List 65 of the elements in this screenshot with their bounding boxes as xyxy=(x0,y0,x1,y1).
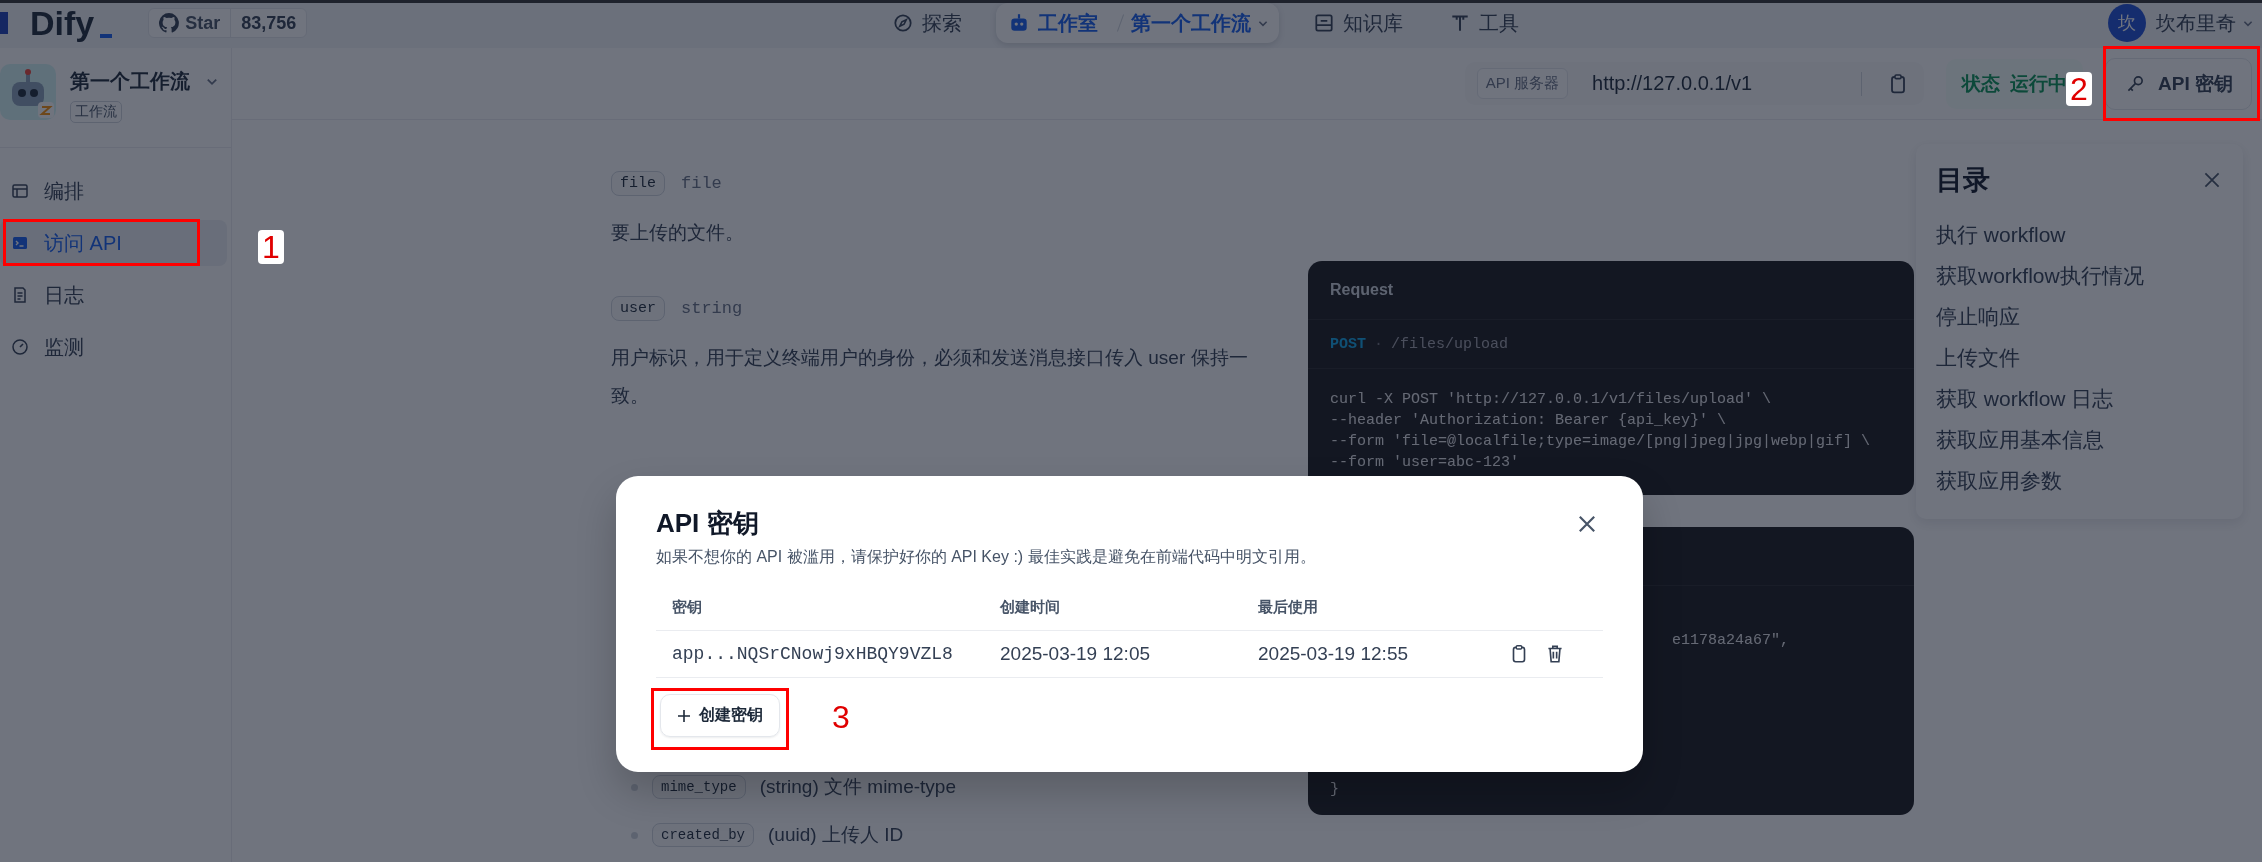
column-header: 创建时间 xyxy=(1000,597,1061,617)
toc-link[interactable]: 获取 workflow 日志 xyxy=(1936,378,2114,419)
api-server-tag: API 服务器 xyxy=(1476,68,1569,99)
param-description: 要上传的文件。 xyxy=(611,221,745,245)
sidebar-item[interactable]: 日志 xyxy=(0,272,227,318)
sidebar-item[interactable]: 监测 xyxy=(0,324,227,370)
nav-tab[interactable]: 工具 xyxy=(1437,5,1531,41)
field-description: (uuid) 上传人 ID xyxy=(768,823,904,847)
panel-title: Request xyxy=(1308,261,1914,320)
avatar[interactable]: 坎 xyxy=(2108,4,2146,42)
column-header: 密钥 xyxy=(671,597,703,617)
gauge-icon xyxy=(10,337,30,357)
github-star-button[interactable]: Star 83,756 xyxy=(148,8,308,38)
sidebar-item[interactable]: 编排 xyxy=(0,168,227,214)
toc-link[interactable]: 获取应用基本信息 xyxy=(1936,419,2104,460)
code-line: --form 'file=@localfile;type=image/[png|jpeg|jpg|webp|gif] \ xyxy=(1330,432,1871,452)
field-description: (string) 文件 mime-type xyxy=(759,775,956,799)
breadcrumb-dropdown[interactable]: 第一个工作流 xyxy=(1131,9,1269,37)
field-name: created_by xyxy=(652,823,754,847)
dialog-title: API 密钥 xyxy=(656,507,759,540)
plus-icon xyxy=(677,708,691,723)
robot-icon xyxy=(1008,12,1030,34)
separator-dot: · xyxy=(1374,335,1384,353)
param-name: file xyxy=(611,171,665,196)
logo-icon xyxy=(0,12,8,34)
table-cell-text: 2025-03-19 12:55 xyxy=(1258,643,1409,665)
toc-link[interactable]: 获取workflow执行情况 xyxy=(1936,255,2144,296)
toc-link[interactable]: 上传文件 xyxy=(1936,337,2020,378)
param-type: string xyxy=(681,299,743,318)
api-server-url: http://127.0.0.1/v1 xyxy=(1592,72,1754,95)
layout-icon xyxy=(10,181,30,201)
field-name: mime_type xyxy=(652,775,746,799)
http-method: POST xyxy=(1330,335,1366,353)
table-cell-text: 2025-03-19 12:05 xyxy=(1000,643,1151,665)
nav-tab[interactable]: 知识库 xyxy=(1301,5,1415,41)
nav-tab[interactable]: 探索 xyxy=(880,5,974,41)
toc-link[interactable]: 获取应用参数 xyxy=(1936,460,2062,501)
logo: Dify xyxy=(30,3,113,43)
tool-icon xyxy=(1449,12,1471,34)
nav-tab[interactable]: 工作室 xyxy=(996,5,1110,41)
param-description: 用户标识，用于定义终端用户的身份，必须和发送消息接口传入 user 保持一致。 xyxy=(611,346,1249,408)
code-line: curl -X POST 'http://127.0.0.1/v1/files/upload' \ xyxy=(1330,390,1772,410)
column-header: 最后使用 xyxy=(1258,597,1319,617)
toc-title: 目录 xyxy=(1936,164,1990,197)
app-name: 第一个工作流 xyxy=(70,69,190,94)
code-line: } xyxy=(1330,780,1339,800)
user-menu[interactable]: 坎布里奇 xyxy=(2156,9,2254,37)
create-key-button[interactable]: 创建密钥 xyxy=(660,694,780,737)
endpoint-path: /files/upload xyxy=(1391,335,1509,353)
toc-link[interactable]: 执行 workflow xyxy=(1936,214,2066,255)
annotation-number: 1 xyxy=(258,230,284,264)
code-line: --form 'user=abc-123' xyxy=(1330,453,1520,473)
param-type: file xyxy=(681,174,722,193)
annotation-number: 2 xyxy=(2066,72,2092,106)
code-line: --header 'Authorization: Bearer {api_key}' \ xyxy=(1330,411,1727,431)
api-key-button[interactable]: API 密钥 xyxy=(2105,57,2252,110)
app-type-tag: 工作流 xyxy=(70,101,122,123)
github-icon xyxy=(159,13,180,33)
api-key-cell-text: app...NQSrCNowj9xHBQY9VZL8 xyxy=(671,644,954,664)
sidebar-item[interactable]: 访问 API xyxy=(0,220,227,266)
compass-icon xyxy=(892,12,914,34)
code-line: e1178a24a67", xyxy=(1672,631,1790,651)
dialog-description: 如果不想你的 API 被滥用，请保护好你的 API Key :) 最佳实践是避免在前端代码中明文引用。 xyxy=(656,547,1317,567)
param-name: user xyxy=(611,296,665,321)
toc-link[interactable]: 停止响应 xyxy=(1936,296,2020,337)
